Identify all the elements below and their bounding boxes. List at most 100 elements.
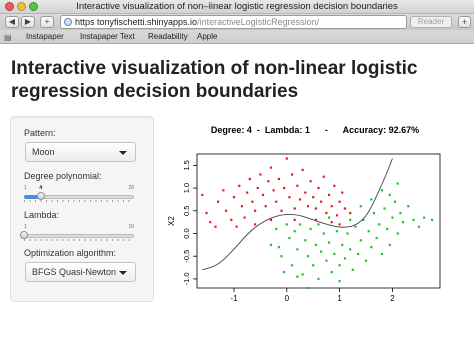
lambda-slider-handle[interactable] <box>20 231 28 239</box>
class-1-point <box>399 211 402 215</box>
class-1-point <box>275 227 278 231</box>
class-0-point <box>330 221 333 224</box>
bookmark-instapaper-text[interactable]: Instapaper Text <box>80 32 135 41</box>
class-0-point <box>230 218 233 221</box>
class-1-point <box>349 218 352 221</box>
class-0-point <box>290 173 294 176</box>
decision-boundary-line <box>202 158 393 271</box>
lambda-slider-track[interactable] <box>24 234 134 238</box>
y-tick-label: -0.5 <box>182 250 191 263</box>
class-0-point <box>272 189 275 192</box>
class-1-point <box>407 205 410 208</box>
class-1-point <box>296 275 299 278</box>
lambda-min-label: 1 <box>24 224 27 230</box>
page-title: Interactive visualization of non-linear … <box>11 58 418 102</box>
class-1-point <box>301 273 304 276</box>
algorithm-label: Optimization algorithm: <box>24 248 117 258</box>
class-1-point <box>327 241 331 244</box>
degree-slider[interactable]: 1 4 20 <box>24 185 134 202</box>
bookmarks-bar: ▤ Instapaper Instapaper Text Readability… <box>0 30 474 44</box>
class-0-point <box>240 205 244 208</box>
bookmark-instapaper[interactable]: Instapaper <box>26 32 64 41</box>
class-0-point <box>235 225 238 228</box>
class-0-point <box>267 180 270 183</box>
class-0-point <box>201 193 204 196</box>
class-0-point <box>205 211 208 215</box>
class-1-point <box>327 216 331 219</box>
add-bookmark-button[interactable]: + <box>40 16 54 28</box>
window-title: Interactive visualization of non–linear … <box>76 1 398 12</box>
y-tick-label: 1.0 <box>182 183 191 193</box>
forward-button[interactable]: ▶ <box>21 16 35 28</box>
class-0-point <box>251 200 254 203</box>
class-0-point <box>259 173 262 176</box>
plot-frame <box>196 153 441 289</box>
class-1-point <box>283 271 286 274</box>
class-1-point <box>430 218 434 221</box>
class-0-point <box>293 207 296 210</box>
y-tick-label: 1.5 <box>182 160 191 170</box>
degree-label: Degree polynomial: <box>24 171 102 181</box>
class-1-point <box>317 277 320 281</box>
class-0-point <box>254 223 257 226</box>
reader-button[interactable]: Reader <box>410 16 452 28</box>
class-1-point <box>370 246 373 249</box>
bookmark-readability[interactable]: Readability <box>148 32 188 41</box>
class-0-point <box>320 200 323 203</box>
class-1-point <box>335 230 339 233</box>
class-1-point <box>388 243 391 246</box>
class-1-point <box>298 223 302 226</box>
pattern-select[interactable]: Moon <box>25 142 136 162</box>
class-1-point <box>359 239 362 242</box>
class-0-point <box>224 209 228 212</box>
class-1-point <box>370 198 373 201</box>
lambda-slider[interactable]: 1 1 10 <box>20 224 134 241</box>
x-tick-label: -1 <box>230 294 238 303</box>
globe-icon <box>64 18 72 26</box>
lambda-slider-ticks <box>24 239 134 241</box>
class-1-point <box>383 207 386 210</box>
class-1-point <box>269 243 273 246</box>
class-1-point <box>367 230 370 233</box>
class-1-point <box>341 243 344 246</box>
class-1-point <box>378 223 381 226</box>
class-1-point <box>338 264 341 267</box>
class-1-point <box>309 227 312 231</box>
back-button[interactable]: ◀ <box>5 16 19 28</box>
degree-value-label: 4 <box>39 185 43 191</box>
url-host: https tonyfischetti.shinyapps.io <box>75 17 198 27</box>
class-0-point <box>309 180 312 183</box>
class-1-point <box>290 264 294 267</box>
class-0-point <box>314 207 317 210</box>
class-0-point <box>301 168 304 171</box>
class-0-point <box>338 200 341 203</box>
class-1-point <box>314 243 317 246</box>
class-0-point <box>333 184 336 187</box>
class-1-point <box>359 205 362 208</box>
address-bar[interactable]: https tonyfischetti.shinyapps.io/interac… <box>60 15 407 29</box>
degree-slider-ticks <box>24 200 134 202</box>
degree-max-label: 20 <box>128 185 134 191</box>
class-1-point <box>288 236 291 240</box>
decision-boundary-plot: -1 0 1 2 -1.0 -0.5 0.0 0.5 1.0 1.5 X2 <box>167 153 441 303</box>
class-0-point <box>238 184 241 187</box>
new-tab-button[interactable]: + <box>458 16 471 28</box>
class-0-point <box>209 221 212 224</box>
book-icon[interactable]: ▤ <box>4 33 12 42</box>
class-0-point <box>293 218 296 221</box>
class-0-point <box>275 200 278 203</box>
class-0-point <box>338 223 341 226</box>
class-0-point <box>341 191 344 194</box>
class-1-point <box>354 225 357 228</box>
class-1-point <box>346 232 349 235</box>
class-0-point <box>217 200 220 203</box>
class-0-point <box>330 205 333 208</box>
pattern-value: Moon <box>32 147 55 157</box>
class-0-point <box>280 209 283 212</box>
class-1-point <box>343 257 347 260</box>
class-1-point <box>306 255 310 258</box>
class-1-point <box>380 252 383 256</box>
algorithm-select[interactable]: BFGS Quasi-Newton <box>25 262 136 282</box>
class-1-point <box>351 268 354 271</box>
bookmark-apple[interactable]: Apple <box>197 32 217 41</box>
